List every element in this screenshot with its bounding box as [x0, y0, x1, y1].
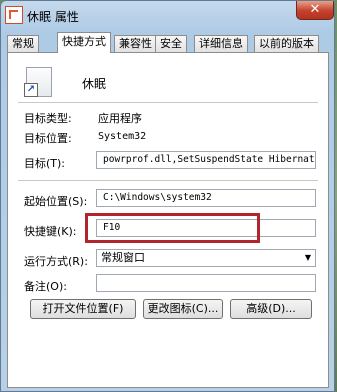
- start-in-field[interactable]: C:\Windows\system32: [96, 189, 316, 207]
- separator: [18, 180, 318, 182]
- separator: [18, 102, 318, 104]
- run-label: 运行方式(R):: [24, 255, 88, 268]
- tab-previous-versions[interactable]: 以前的版本: [254, 35, 319, 52]
- tab-compatibility[interactable]: 兼容性: [114, 35, 157, 52]
- shortcut-name: 休眠: [82, 77, 107, 91]
- tab-details[interactable]: 详细信息: [194, 35, 248, 52]
- chevron-down-icon: ▼: [304, 253, 311, 262]
- hotkey-highlight-box: [85, 213, 260, 243]
- tab-general[interactable]: 常规: [7, 35, 39, 52]
- shortcut-properties-icon: [5, 6, 23, 24]
- target-type-label: 目标类型:: [24, 112, 72, 125]
- shortcut-file-icon: ↗: [24, 67, 54, 97]
- tab-shortcut[interactable]: 快捷方式: [57, 32, 111, 53]
- start-in-label: 起始位置(S):: [24, 195, 88, 208]
- target-location-label: 目标位置:: [24, 132, 72, 145]
- window-title: 休眠 属性: [27, 10, 79, 24]
- target-type-value: 应用程序: [98, 112, 142, 125]
- advanced-button[interactable]: 高级(D)...: [230, 299, 312, 319]
- tab-security[interactable]: 安全: [155, 35, 187, 52]
- change-icon-button[interactable]: 更改图标(C)...: [143, 299, 223, 319]
- close-button[interactable]: ✕: [296, 1, 334, 20]
- target-field[interactable]: powrprof.dll,SetSuspendState Hibernate: [96, 151, 316, 169]
- open-file-location-button[interactable]: 打开文件位置(F): [30, 299, 136, 319]
- comment-field[interactable]: [96, 274, 316, 292]
- hotkey-label: 快捷键(K):: [24, 225, 77, 238]
- target-label: 目标(T):: [24, 157, 66, 170]
- title-bar[interactable]: 休眠 属性 ✕: [1, 1, 336, 31]
- run-mode-value: 常规窗口: [101, 251, 145, 264]
- comment-label: 备注(O):: [24, 280, 67, 293]
- target-location-value: System32: [98, 131, 147, 142]
- run-mode-select[interactable]: 常规窗口 ▼: [96, 249, 316, 267]
